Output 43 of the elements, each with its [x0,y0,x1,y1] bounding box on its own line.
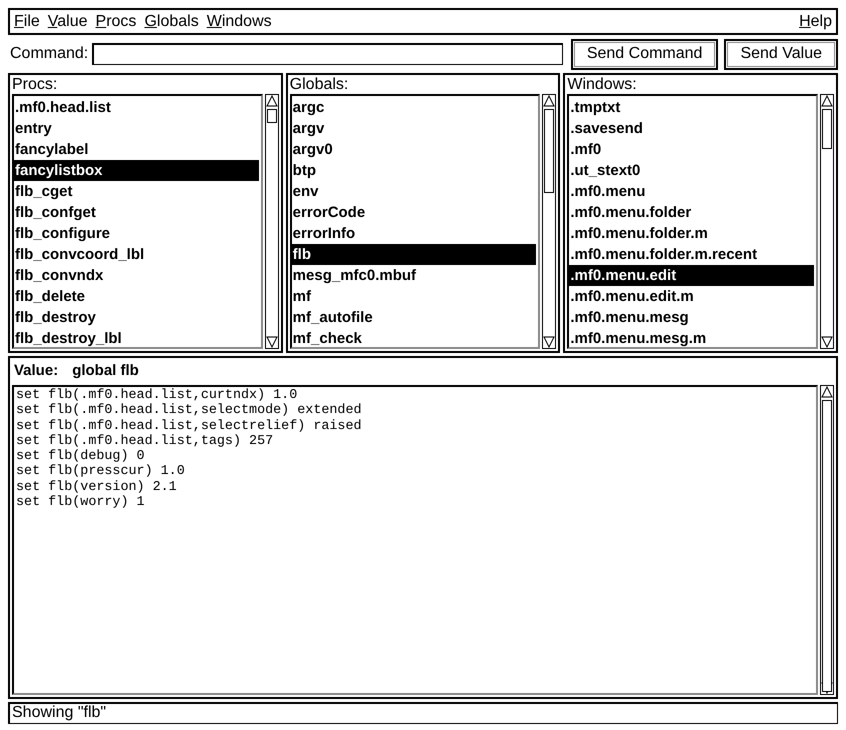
scrollbar[interactable] [542,94,556,349]
up-arrow-icon[interactable] [821,95,834,107]
code-line: set flb(debug) 0 [16,449,145,464]
scrollbar[interactable] [264,94,279,349]
code-line: set flb(.mf0.head.list,curtndx) 1.0 [16,388,298,403]
list-item[interactable]: .mf0.menu.edit [569,265,814,286]
code-line: set flb(.mf0.head.list,tags) 257 [16,434,274,449]
down-arrow-icon[interactable] [821,682,833,694]
list-item[interactable]: flb [292,244,536,265]
scrollbar[interactable] [820,385,834,695]
command-label: Command: [9,45,88,63]
code-line: set flb(presscur) 1.0 [16,464,186,480]
down-arrow-icon[interactable] [266,336,278,348]
scroll-thumb[interactable] [544,109,554,193]
up-arrow-icon[interactable] [543,95,556,107]
menu-item[interactable]: Windows [206,12,272,30]
scroll-thumb[interactable] [822,109,832,149]
menu-item[interactable]: Value [48,12,88,30]
value-label: Value: [14,362,58,379]
code-line: set flb(version) 2.1 [16,480,178,495]
send-button[interactable]: Send Value [724,38,838,70]
status-bar: Showing "flb" [8,702,838,724]
pane-title: Windows: [567,75,638,94]
menu-item[interactable]: Procs [96,12,136,30]
code-line: set flb(.mf0.head.list,selectrelief) raised [16,418,363,434]
menu-item[interactable]: Globals [144,12,199,30]
menu-item[interactable]: File [14,12,40,30]
list-item[interactable]: fancylistbox [14,160,259,181]
up-arrow-icon[interactable] [821,386,833,398]
up-arrow-icon[interactable] [266,95,278,107]
scroll-thumb[interactable] [822,400,832,692]
send-button[interactable]: Send Command [570,38,718,70]
down-arrow-icon[interactable] [543,336,556,348]
command-field[interactable] [92,43,563,65]
value-name: global flb [72,362,139,379]
down-arrow-icon[interactable] [821,336,834,348]
pane-title: Globals: [290,75,350,94]
code-line: set flb(.mf0.head.list,selectmode) extended [16,403,363,419]
scrollbar[interactable] [820,94,834,349]
pane-title: Procs: [12,75,58,94]
code-line: set flb(worry) 1 [16,495,146,510]
scroll-thumb[interactable] [266,109,277,123]
menu-item[interactable]: Help [799,12,832,30]
